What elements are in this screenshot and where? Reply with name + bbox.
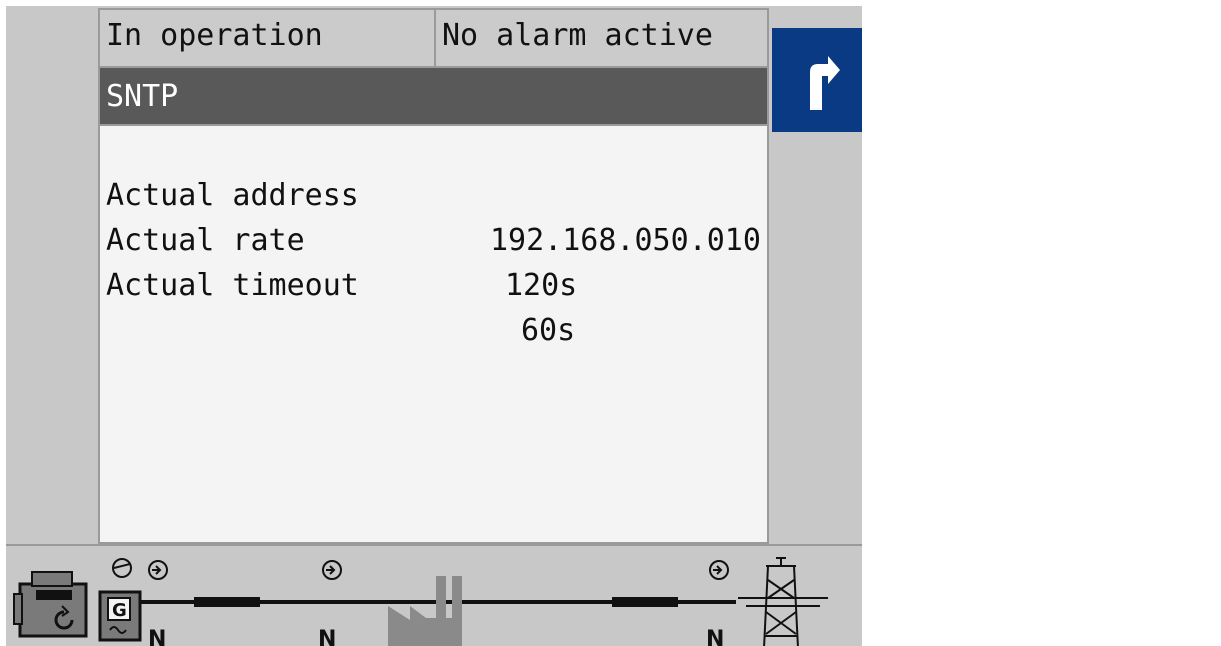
list-item: Actual address 192.168.050.010: [100, 128, 767, 258]
engine-icon: [13, 571, 88, 638]
status-row: In operation No alarm active: [100, 10, 767, 68]
back-button[interactable]: [772, 28, 862, 132]
generator-icon: G: [98, 590, 142, 642]
mains-tower-icon: [738, 557, 828, 646]
parameter-list: Actual address 192.168.050.010 Actual ra…: [100, 128, 767, 348]
return-arrow-icon: [810, 56, 840, 110]
svg-text:N: N: [148, 627, 166, 646]
diagram-svg: G N N N: [13, 557, 828, 646]
row-value: 60s: [521, 313, 576, 348]
operation-status: In operation: [100, 10, 436, 66]
page-title: SNTP: [100, 68, 767, 126]
svg-text:N: N: [706, 627, 724, 646]
generator-label: G: [112, 600, 127, 621]
svg-text:N: N: [318, 627, 336, 646]
list-item: Actual timeout 60s: [100, 218, 767, 348]
list-item: Actual rate 120s: [100, 173, 767, 303]
hmi-screen: In operation No alarm active SNTP Actual…: [6, 6, 862, 646]
row-value: 120s: [505, 268, 578, 303]
single-line-diagram: G N N N: [6, 544, 862, 646]
row-label: Actual timeout: [106, 268, 359, 303]
left-softkey-strip: [6, 6, 98, 544]
breaker-indicator-icon: [112, 558, 729, 580]
factory-load-icon: [388, 576, 462, 646]
main-panel: In operation No alarm active SNTP Actual…: [98, 8, 769, 544]
alarm-status: No alarm active: [442, 18, 713, 53]
